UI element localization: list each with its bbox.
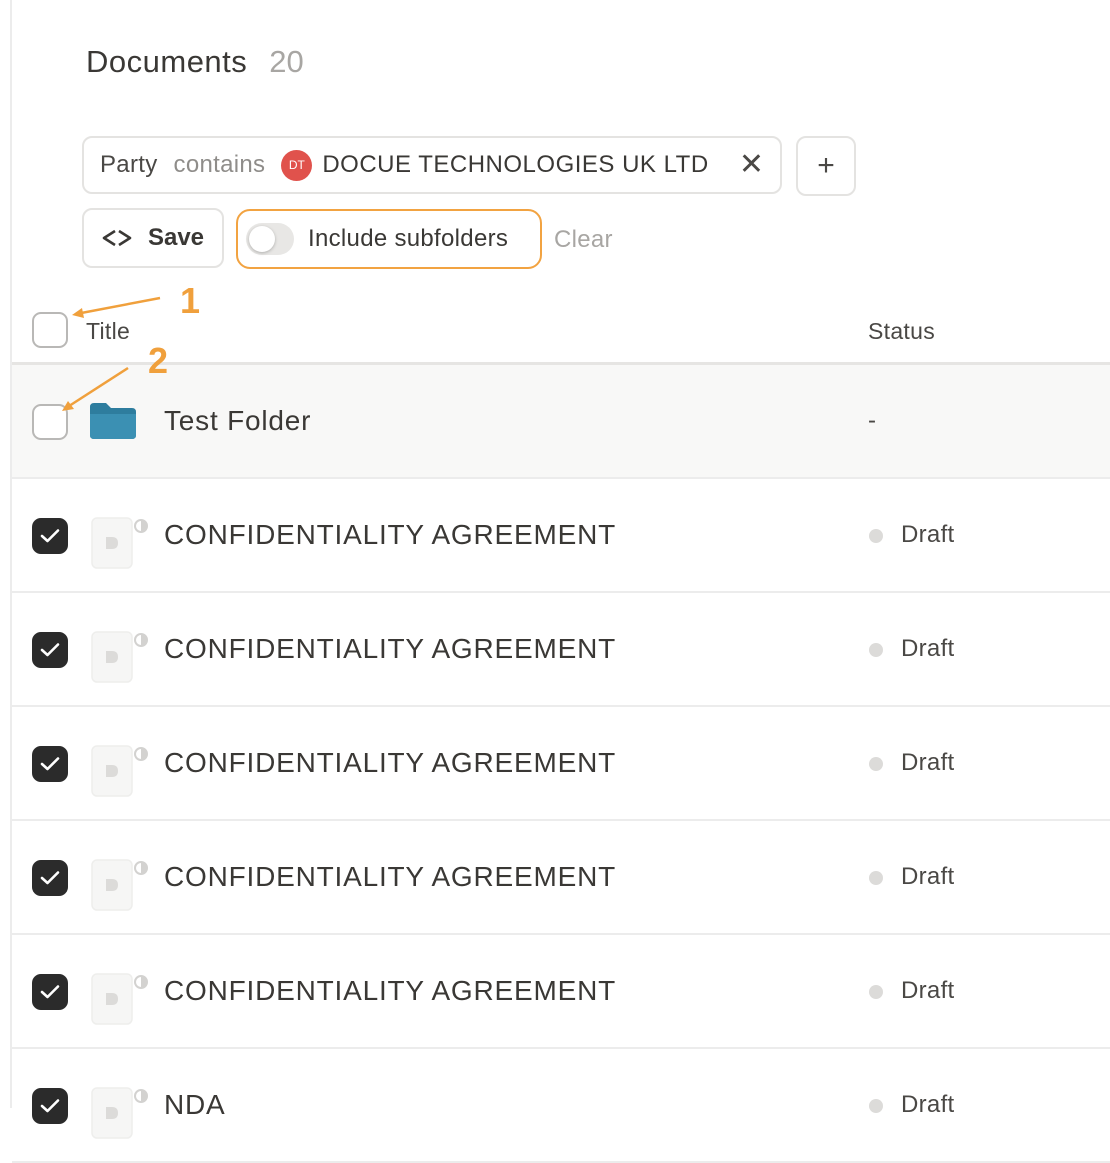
save-view-button[interactable]: Save	[82, 208, 224, 268]
table-row[interactable]: CONFIDENTIALITY AGREEMENT Draft	[12, 935, 1110, 1049]
row-checkbox[interactable]	[32, 746, 68, 782]
row-title[interactable]: NDA	[164, 1089, 226, 1121]
document-icon	[91, 517, 148, 569]
row-title[interactable]: CONFIDENTIALITY AGREEMENT	[164, 633, 616, 665]
table-row[interactable]: CONFIDENTIALITY AGREEMENT Draft	[12, 821, 1110, 935]
table-row[interactable]: NDA Draft	[12, 1049, 1110, 1163]
table-row[interactable]: CONFIDENTIALITY AGREEMENT Draft	[12, 707, 1110, 821]
row-title[interactable]: CONFIDENTIALITY AGREEMENT	[164, 861, 616, 893]
document-count: 20	[269, 44, 304, 79]
status-dot	[869, 529, 883, 543]
save-label: Save	[147, 224, 205, 251]
column-header-title[interactable]: Title	[86, 318, 130, 345]
row-checkbox[interactable]	[32, 518, 68, 554]
checkmark-icon	[40, 1099, 60, 1113]
row-status: Draft	[901, 635, 955, 662]
save-view-icon	[102, 229, 132, 247]
row-status: -	[868, 407, 876, 434]
row-checkbox[interactable]	[32, 860, 68, 896]
add-filter-button[interactable]: +	[796, 136, 856, 196]
remove-filter-icon[interactable]: ✕	[739, 150, 764, 180]
select-all-checkbox[interactable]	[32, 312, 68, 348]
row-title[interactable]: CONFIDENTIALITY AGREEMENT	[164, 519, 616, 551]
document-icon	[91, 973, 148, 1025]
row-title[interactable]: CONFIDENTIALITY AGREEMENT	[164, 747, 616, 779]
annotation-marker-1: 1	[180, 280, 201, 321]
row-status: Draft	[901, 863, 955, 890]
plus-icon: +	[817, 149, 835, 182]
include-subfolders-control[interactable]: Include subfolders	[236, 209, 542, 269]
annotation-marker-2: 2	[148, 340, 169, 381]
document-icon	[91, 859, 148, 911]
row-status: Draft	[901, 1091, 955, 1118]
clear-filters-button[interactable]: Clear	[554, 226, 613, 254]
status-dot	[869, 985, 883, 999]
annotation-arrowhead-1	[72, 308, 84, 318]
document-icon	[91, 1087, 148, 1139]
row-title[interactable]: CONFIDENTIALITY AGREEMENT	[164, 975, 616, 1007]
filter-value: DOCUE TECHNOLOGIES UK LTD	[322, 151, 709, 178]
document-icon	[91, 745, 148, 797]
column-header-status[interactable]: Status	[868, 318, 935, 345]
page-title: Documents	[86, 44, 248, 79]
checkmark-icon	[40, 757, 60, 771]
documents-header: Documents 20	[86, 44, 304, 80]
status-dot	[869, 1099, 883, 1113]
table-row[interactable]: CONFIDENTIALITY AGREEMENT Draft	[12, 593, 1110, 707]
status-dot	[869, 643, 883, 657]
table-row[interactable]: CONFIDENTIALITY AGREEMENT Draft	[12, 479, 1110, 593]
include-subfolders-label: Include subfolders	[308, 225, 509, 252]
checkmark-icon	[40, 871, 60, 885]
checkmark-icon	[40, 529, 60, 543]
row-checkbox[interactable]	[32, 974, 68, 1010]
toggle-knob	[249, 226, 275, 252]
row-status: Draft	[901, 521, 955, 548]
row-checkbox[interactable]	[32, 1088, 68, 1124]
row-checkbox[interactable]	[32, 632, 68, 668]
annotation-arrow-1	[75, 296, 161, 316]
filter-operator: contains	[173, 151, 266, 178]
party-filter-chip[interactable]: Party contains DT DOCUE TECHNOLOGIES UK …	[82, 136, 782, 194]
status-dot	[869, 757, 883, 771]
party-avatar: DT	[281, 149, 313, 181]
include-subfolders-toggle[interactable]	[246, 223, 294, 255]
row-checkbox[interactable]	[32, 404, 68, 440]
row-title[interactable]: Test Folder	[164, 405, 311, 437]
checkmark-icon	[40, 985, 60, 999]
filter-field: Party	[100, 151, 158, 178]
document-icon	[91, 631, 148, 683]
checkmark-icon	[40, 643, 60, 657]
row-status: Draft	[901, 977, 955, 1004]
table-row-folder[interactable]: Test Folder -	[12, 365, 1110, 479]
status-dot	[869, 871, 883, 885]
row-status: Draft	[901, 749, 955, 776]
folder-icon	[90, 403, 136, 439]
